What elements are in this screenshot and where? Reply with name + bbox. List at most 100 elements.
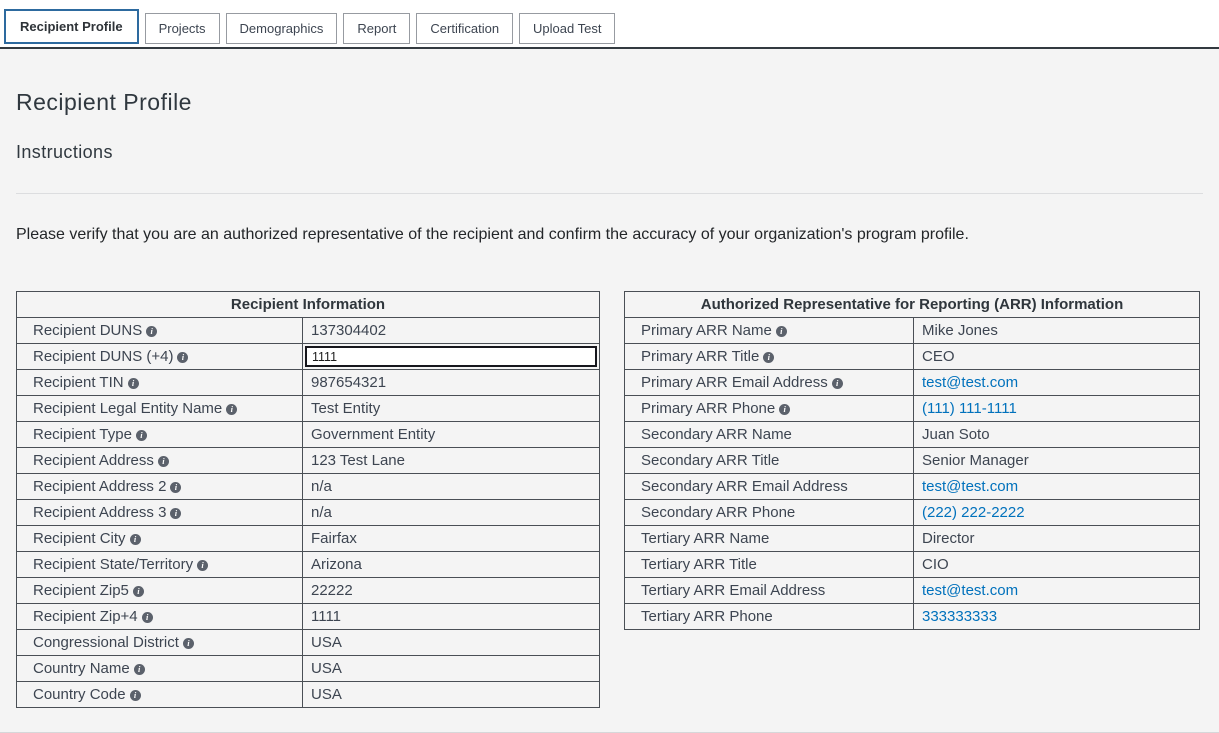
field-label: Recipient City bbox=[33, 530, 126, 547]
field-label: Secondary ARR Title bbox=[641, 452, 779, 469]
field-label: Recipient Zip+4 bbox=[33, 608, 138, 625]
info-icon[interactable]: i bbox=[832, 378, 843, 389]
recipient-duns-plus4-input[interactable] bbox=[305, 346, 597, 367]
arr-information-table: Authorized Representative for Reporting … bbox=[624, 291, 1200, 630]
field-value: Juan Soto bbox=[914, 422, 1200, 448]
email-link[interactable]: test@test.com bbox=[922, 582, 1018, 599]
table-row: Tertiary ARR Title CIO bbox=[625, 552, 1200, 578]
field-value: Government Entity bbox=[303, 422, 600, 448]
table-header-row: Authorized Representative for Reporting … bbox=[625, 292, 1200, 318]
table-row: Recipient City i Fairfax bbox=[17, 526, 600, 552]
field-label: Tertiary ARR Email Address bbox=[641, 582, 825, 599]
table-row: Recipient State/Territoryi Arizona bbox=[17, 552, 600, 578]
field-label: Primary ARR Phone bbox=[641, 400, 775, 417]
field-value: Arizona bbox=[303, 552, 600, 578]
table-row: Recipient Zip+4i 1111 bbox=[17, 604, 600, 630]
field-label: Recipient TIN bbox=[33, 374, 124, 391]
field-value: 987654321 bbox=[303, 370, 600, 396]
phone-link[interactable]: (111) 111-1111 bbox=[922, 400, 1017, 417]
field-value: n/a bbox=[303, 500, 600, 526]
field-value: CEO bbox=[914, 344, 1200, 370]
field-label: Recipient Address 3 bbox=[33, 504, 166, 521]
field-label: Recipient Type bbox=[33, 426, 132, 443]
recipient-information-table: Recipient Information Recipient DUNSi 13… bbox=[16, 291, 600, 708]
tables-container: Recipient Information Recipient DUNSi 13… bbox=[16, 291, 1203, 708]
field-value: Fairfax bbox=[303, 526, 600, 552]
info-icon[interactable]: i bbox=[146, 326, 157, 337]
field-label: Tertiary ARR Name bbox=[641, 530, 769, 547]
page-title: Recipient Profile bbox=[16, 49, 1203, 116]
content-panel: Recipient Profile Instructions Please ve… bbox=[0, 49, 1219, 733]
table-row: Recipient Address 2i n/a bbox=[17, 474, 600, 500]
table-row: Primary ARR Name i Mike Jones bbox=[625, 318, 1200, 344]
info-icon[interactable]: i bbox=[226, 404, 237, 415]
email-link[interactable]: test@test.com bbox=[922, 478, 1018, 495]
field-label: Primary ARR Email Address bbox=[641, 374, 828, 391]
info-icon[interactable]: i bbox=[197, 560, 208, 571]
tab-projects[interactable]: Projects bbox=[145, 13, 220, 44]
instructions-text: Please verify that you are an authorized… bbox=[16, 226, 1203, 244]
info-icon[interactable]: i bbox=[779, 404, 790, 415]
field-label: Primary ARR Name bbox=[641, 322, 772, 339]
table-row: Secondary ARR Title Senior Manager bbox=[625, 448, 1200, 474]
table-row: Recipient Address 3 i n/a bbox=[17, 500, 600, 526]
field-label: Secondary ARR Phone bbox=[641, 504, 795, 521]
info-icon[interactable]: i bbox=[177, 352, 188, 363]
info-icon[interactable]: i bbox=[158, 456, 169, 467]
tab-recipient-profile[interactable]: Recipient Profile bbox=[4, 9, 139, 44]
info-icon[interactable]: i bbox=[170, 508, 181, 519]
info-icon[interactable]: i bbox=[183, 638, 194, 649]
field-value: Senior Manager bbox=[914, 448, 1200, 474]
field-label: Secondary ARR Email Address bbox=[641, 478, 848, 495]
table-row: Recipient Type i Government Entity bbox=[17, 422, 600, 448]
recipient-table-title: Recipient Information bbox=[17, 292, 600, 318]
field-label: Recipient Zip5 bbox=[33, 582, 129, 599]
info-icon[interactable]: i bbox=[136, 430, 147, 441]
field-label: Recipient Address bbox=[33, 452, 154, 469]
table-row: Congressional District i USA bbox=[17, 630, 600, 656]
field-value: Mike Jones bbox=[914, 318, 1200, 344]
field-label: Congressional District bbox=[33, 634, 179, 651]
table-row: Tertiary ARR Phone 333333333 bbox=[625, 604, 1200, 630]
table-header-row: Recipient Information bbox=[17, 292, 600, 318]
info-icon[interactable]: i bbox=[170, 482, 181, 493]
field-label: Recipient DUNS (+4) bbox=[33, 348, 173, 365]
info-icon[interactable]: i bbox=[130, 534, 141, 545]
field-label: Tertiary ARR Title bbox=[641, 556, 757, 573]
info-icon[interactable]: i bbox=[776, 326, 787, 337]
field-value: USA bbox=[303, 656, 600, 682]
info-icon[interactable]: i bbox=[763, 352, 774, 363]
field-value: Test Entity bbox=[303, 396, 600, 422]
table-row: Recipient Legal Entity Namei Test Entity bbox=[17, 396, 600, 422]
field-value: 123 Test Lane bbox=[303, 448, 600, 474]
info-icon[interactable]: i bbox=[134, 664, 145, 675]
email-link[interactable]: test@test.com bbox=[922, 374, 1018, 391]
table-row: Tertiary ARR Name Director bbox=[625, 526, 1200, 552]
tab-bar: Recipient Profile Projects Demographics … bbox=[0, 0, 1219, 49]
field-value: CIO bbox=[914, 552, 1200, 578]
field-value: n/a bbox=[303, 474, 600, 500]
field-label: Recipient DUNS bbox=[33, 322, 142, 339]
field-value: USA bbox=[303, 682, 600, 708]
tab-demographics[interactable]: Demographics bbox=[226, 13, 338, 44]
tab-report[interactable]: Report bbox=[343, 13, 410, 44]
table-row: Secondary ARR Email Address test@test.co… bbox=[625, 474, 1200, 500]
info-icon[interactable]: i bbox=[133, 586, 144, 597]
table-row: Primary ARR Phone i (111) 111-1111 bbox=[625, 396, 1200, 422]
info-icon[interactable]: i bbox=[128, 378, 139, 389]
table-row: Recipient DUNS (+4) i bbox=[17, 344, 600, 370]
divider bbox=[16, 193, 1203, 194]
table-row: Country Namei USA bbox=[17, 656, 600, 682]
phone-link[interactable]: 333333333 bbox=[922, 608, 997, 625]
info-icon[interactable]: i bbox=[130, 690, 141, 701]
tab-certification[interactable]: Certification bbox=[416, 13, 513, 44]
arr-table-title: Authorized Representative for Reporting … bbox=[625, 292, 1200, 318]
field-value: USA bbox=[303, 630, 600, 656]
info-icon[interactable]: i bbox=[142, 612, 153, 623]
table-row: Secondary ARR Name Juan Soto bbox=[625, 422, 1200, 448]
table-row: Country Codei USA bbox=[17, 682, 600, 708]
tab-upload-test[interactable]: Upload Test bbox=[519, 13, 615, 44]
phone-link[interactable]: (222) 222-2222 bbox=[922, 504, 1025, 521]
table-row: Primary ARR Titlei CEO bbox=[625, 344, 1200, 370]
table-row: Tertiary ARR Email Address test@test.com bbox=[625, 578, 1200, 604]
